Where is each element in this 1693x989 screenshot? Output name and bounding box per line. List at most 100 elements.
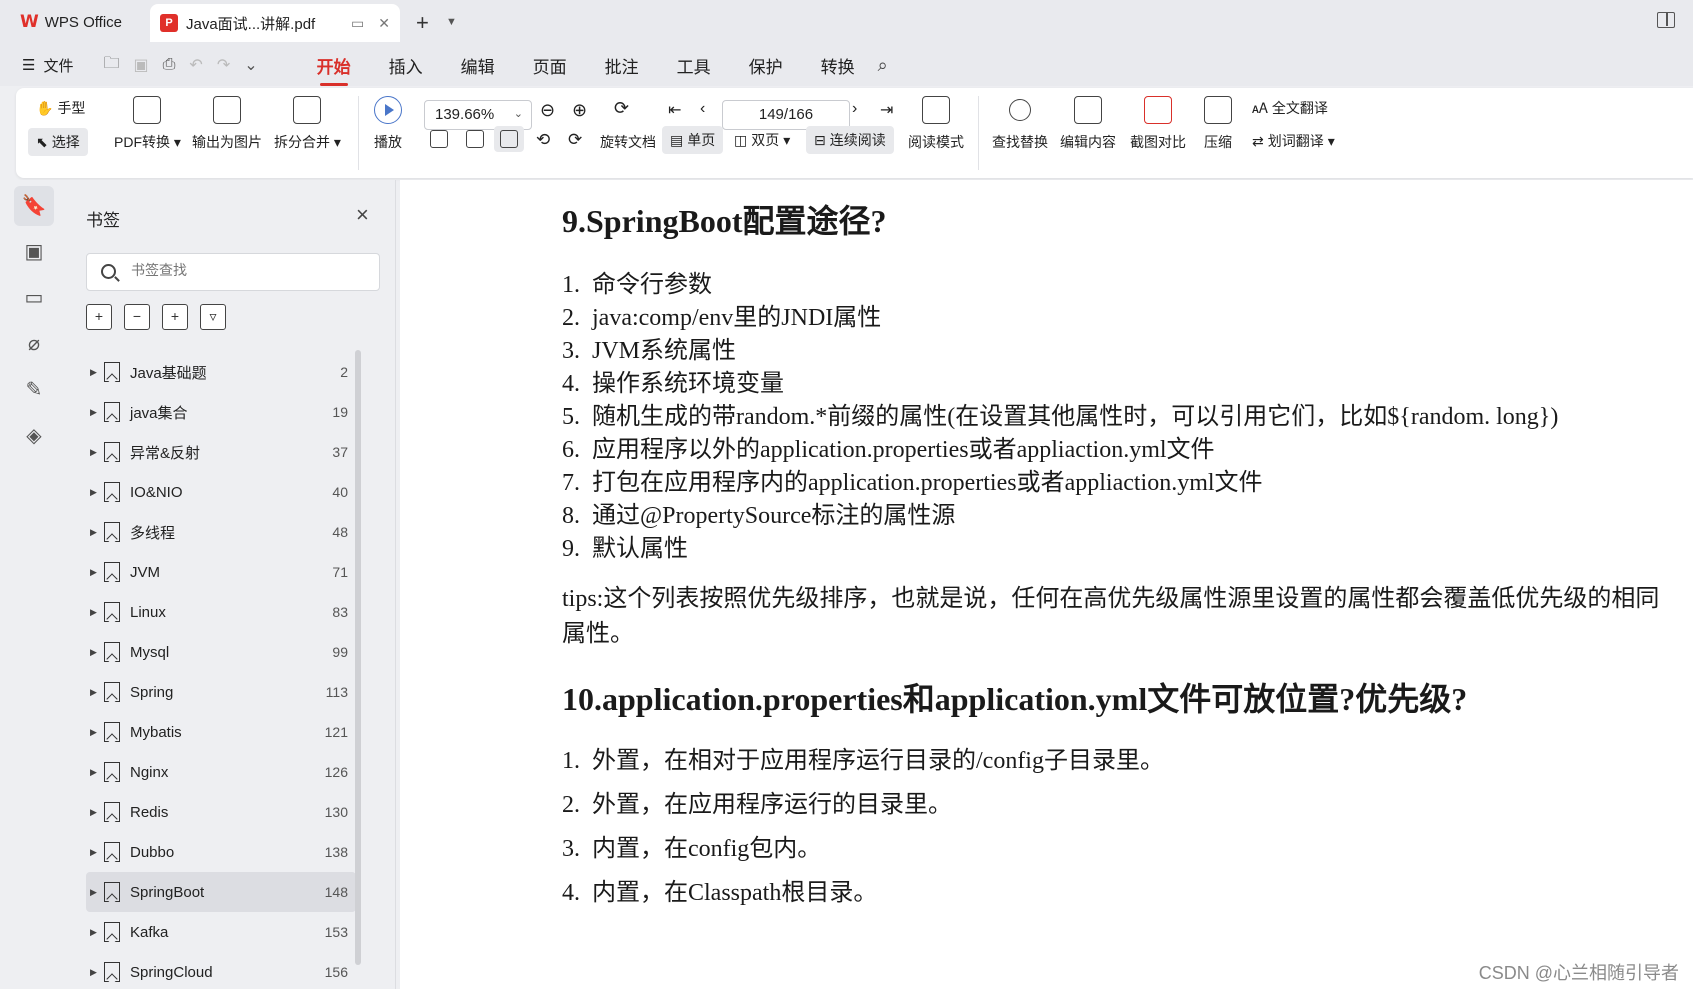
continuous-read-button[interactable]: ⊟ 连续阅读 <box>806 126 894 154</box>
actual-size-icon[interactable] <box>430 130 448 148</box>
bookmark-item[interactable]: ▶ 多线程 48 <box>86 512 356 552</box>
search-icon[interactable]: ⌕ <box>878 55 888 76</box>
bookmark-item[interactable]: ▶ SpringCloud 156 <box>86 952 356 989</box>
bookmark-item[interactable]: ▶ Kafka 153 <box>86 912 356 952</box>
folder-open-icon[interactable]: 🗀 <box>103 52 119 79</box>
rotate-doc-button[interactable]: 旋转文档 <box>600 132 656 152</box>
split-merge-label: 拆分合并 <box>274 134 330 150</box>
expand-arrow-icon[interactable]: ▶ <box>90 807 104 818</box>
split-merge-button[interactable]: 拆分合并 ▾ <box>274 96 341 152</box>
read-mode-button[interactable]: 阅读模式 <box>908 96 964 152</box>
bookmark-item[interactable]: ▶ Java基础题 2 <box>86 352 356 392</box>
tab-protect[interactable]: 保护 <box>730 47 802 84</box>
list-item: 5. 随机生成的带random.*前缀的属性(在设置其他属性时，可以引用它们，比如… <box>562 396 1558 431</box>
single-page-button[interactable]: ▤ 单页 <box>662 126 724 154</box>
rotate-right-icon[interactable]: ⟳ <box>568 130 582 150</box>
expand-arrow-icon[interactable]: ▶ <box>90 887 104 898</box>
layers-icon[interactable]: ◈ <box>22 424 46 448</box>
zoom-in-icon[interactable]: ⊕ <box>572 100 587 121</box>
expand-arrow-icon[interactable]: ▶ <box>90 927 104 938</box>
layout-toggle-icon[interactable] <box>1657 12 1675 28</box>
expand-all-icon[interactable]: + <box>86 304 112 330</box>
tab-tools[interactable]: 工具 <box>658 47 730 84</box>
expand-arrow-icon[interactable]: ▶ <box>90 567 104 578</box>
bookmark-item[interactable]: ▶ Dubbo 138 <box>86 832 356 872</box>
bookmark-item[interactable]: ▶ Nginx 126 <box>86 752 356 792</box>
bookmark-item[interactable]: ▶ Spring 113 <box>86 672 356 712</box>
bookmark-search-input[interactable] <box>131 262 361 278</box>
zoom-out-icon[interactable]: ⊖ <box>540 100 555 121</box>
compress-button[interactable]: 压缩 <box>1204 96 1232 152</box>
signature-icon[interactable]: ✎ <box>22 378 46 402</box>
file-menu[interactable]: ☰ 文件 <box>22 55 73 76</box>
tab-insert[interactable]: 插入 <box>370 47 442 84</box>
thumbnail-icon[interactable]: ▣ <box>22 240 46 264</box>
expand-arrow-icon[interactable]: ▶ <box>90 487 104 498</box>
document-tab[interactable]: P Java面试...讲解.pdf ▭ ✕ <box>150 4 400 42</box>
play-button[interactable]: 播放 <box>374 96 402 152</box>
fit-width-icon[interactable] <box>494 126 524 152</box>
first-page-icon[interactable]: ⇤ <box>668 100 681 120</box>
bookmark-item[interactable]: ▶ 异常&反射 37 <box>86 432 356 472</box>
attachment-icon[interactable]: ⌀ <box>22 332 46 356</box>
save-icon[interactable]: ▣ <box>133 55 148 75</box>
word-translate-button[interactable]: ⇄ 划词翻译 ▾ <box>1252 131 1335 151</box>
find-replace-button[interactable]: 查找替换 <box>992 96 1048 152</box>
export-image-button[interactable]: 输出为图片 <box>192 96 262 152</box>
expand-arrow-icon[interactable]: ▶ <box>90 687 104 698</box>
bookmark-item-selected[interactable]: ▶ SpringBoot 148 <box>86 872 356 912</box>
tab-edit[interactable]: 编辑 <box>442 47 514 84</box>
rotate-page-icon[interactable]: ⟳ <box>614 98 629 119</box>
new-tab-button[interactable]: + <box>416 10 429 36</box>
expand-arrow-icon[interactable]: ▶ <box>90 527 104 538</box>
expand-arrow-icon[interactable]: ▶ <box>90 407 104 418</box>
prev-page-icon[interactable]: ‹ <box>700 100 705 118</box>
edit-content-button[interactable]: 编辑内容 <box>1060 96 1116 152</box>
expand-arrow-icon[interactable]: ▶ <box>90 767 104 778</box>
next-page-icon[interactable]: › <box>852 100 857 118</box>
comment-icon[interactable]: ▭ <box>22 286 46 310</box>
last-page-icon[interactable]: ⇥ <box>880 100 893 120</box>
bookmark-item[interactable]: ▶ Mybatis 121 <box>86 712 356 752</box>
monitor-icon[interactable]: ▭ <box>351 15 364 32</box>
bookmark-item[interactable]: ▶ Mysql 99 <box>86 632 356 672</box>
bookmark-panel-icon[interactable]: 🔖 <box>14 186 54 226</box>
hand-tool-button[interactable]: ✋ 手型 <box>36 98 85 118</box>
full-translate-button[interactable]: 🗚 全文翻译 <box>1252 98 1328 118</box>
bookmark-outline-icon[interactable]: ▿ <box>200 304 226 330</box>
select-tool-button[interactable]: ⬉ 选择 <box>28 128 88 156</box>
bookmark-item[interactable]: ▶ Linux 83 <box>86 592 356 632</box>
bookmark-item[interactable]: ▶ Redis 130 <box>86 792 356 832</box>
expand-arrow-icon[interactable]: ▶ <box>90 647 104 658</box>
add-bookmark-icon[interactable]: + <box>162 304 188 330</box>
expand-arrow-icon[interactable]: ▶ <box>90 367 104 378</box>
undo-icon[interactable]: ↶ <box>189 55 202 75</box>
print-icon[interactable]: ⎙ <box>163 56 176 74</box>
panel-scrollbar[interactable] <box>355 350 361 965</box>
tab-convert[interactable]: 转换 <box>802 47 874 84</box>
expand-arrow-icon[interactable]: ▶ <box>90 607 104 618</box>
expand-arrow-icon[interactable]: ▶ <box>90 447 104 458</box>
pdf-convert-button[interactable]: PDF转换 ▾ <box>114 96 181 152</box>
app-home-tab[interactable]: W WPS Office <box>8 6 134 38</box>
collapse-all-icon[interactable]: − <box>124 304 150 330</box>
chevron-down-icon[interactable]: ▼ <box>446 16 457 28</box>
expand-arrow-icon[interactable]: ▶ <box>90 847 104 858</box>
close-icon[interactable]: × <box>356 202 369 228</box>
bookmark-item[interactable]: ▶ java集合 19 <box>86 392 356 432</box>
list-item: 3. 内置，在config包内。 <box>562 828 821 863</box>
more-chevron-icon[interactable]: ⌄ <box>244 55 257 75</box>
double-page-button[interactable]: ◫ 双页 ▾ <box>734 130 790 150</box>
tab-start[interactable]: 开始 <box>298 47 370 86</box>
redo-icon[interactable]: ↷ <box>217 55 230 75</box>
bookmark-item[interactable]: ▶ IO&NIO 40 <box>86 472 356 512</box>
tab-annotate[interactable]: 批注 <box>586 47 658 84</box>
tab-page[interactable]: 页面 <box>514 47 586 84</box>
bookmark-item[interactable]: ▶ JVM 71 <box>86 552 356 592</box>
expand-arrow-icon[interactable]: ▶ <box>90 727 104 738</box>
expand-arrow-icon[interactable]: ▶ <box>90 967 104 978</box>
close-tab-icon[interactable]: ✕ <box>378 15 390 32</box>
rotate-left-icon[interactable]: ⟲ <box>536 130 550 150</box>
fit-page-icon[interactable] <box>466 130 484 148</box>
screenshot-compare-button[interactable]: 截图对比 <box>1130 96 1186 152</box>
